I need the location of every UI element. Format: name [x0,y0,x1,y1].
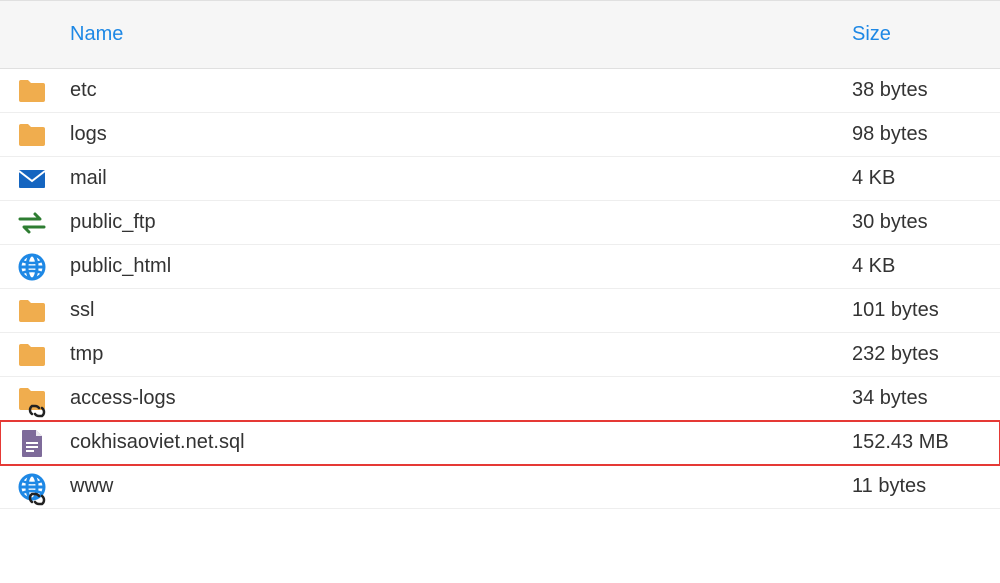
file-name: www [70,475,113,497]
file-size: 38 bytes [852,79,928,101]
table-row[interactable]: access-logs 34 bytes [0,377,1000,421]
file-size: 34 bytes [852,387,928,409]
table-row[interactable]: ssl 101 bytes [0,289,1000,333]
folder-icon [16,75,48,107]
folder-icon [16,119,48,151]
file-size: 30 bytes [852,211,928,233]
file-size: 4 KB [852,167,895,189]
file-name: public_ftp [70,211,156,233]
file-name: ssl [70,299,94,321]
file-size: 98 bytes [852,123,928,145]
file-size: 11 bytes [852,475,926,497]
file-size: 101 bytes [852,299,939,321]
table-row[interactable]: cokhisaoviet.net.sql 152.43 MB [0,421,1000,465]
table-row[interactable]: public_html 4 KB [0,245,1000,289]
file-name: logs [70,123,107,145]
file-icon [16,427,48,459]
link-overlay-icon [28,490,46,508]
folder-icon [16,339,48,371]
column-header-name[interactable]: Name [0,1,840,69]
table-row[interactable]: tmp 232 bytes [0,333,1000,377]
file-name: access-logs [70,387,176,409]
file-size: 152.43 MB [852,431,949,453]
link-overlay-icon [28,402,46,420]
file-name: tmp [70,343,103,365]
table-row[interactable]: logs 98 bytes [0,113,1000,157]
mail-icon [16,163,48,195]
ftp-icon [16,207,48,239]
file-name: etc [70,79,97,101]
file-name: cokhisaoviet.net.sql [70,431,245,453]
file-table: Name Size etc 38 bytes logs 98 bytes mai… [0,0,1000,509]
table-row[interactable]: etc 38 bytes [0,69,1000,113]
column-header-size[interactable]: Size [840,1,1000,69]
folder-icon [16,295,48,327]
table-row[interactable]: public_ftp 30 bytes [0,201,1000,245]
file-size: 232 bytes [852,343,939,365]
table-row[interactable]: mail 4 KB [0,157,1000,201]
table-row[interactable]: www 11 bytes [0,465,1000,509]
file-size: 4 KB [852,255,895,277]
file-name: mail [70,167,107,189]
file-name: public_html [70,255,171,277]
globe-icon [16,251,48,283]
table-header-row: Name Size [0,1,1000,69]
